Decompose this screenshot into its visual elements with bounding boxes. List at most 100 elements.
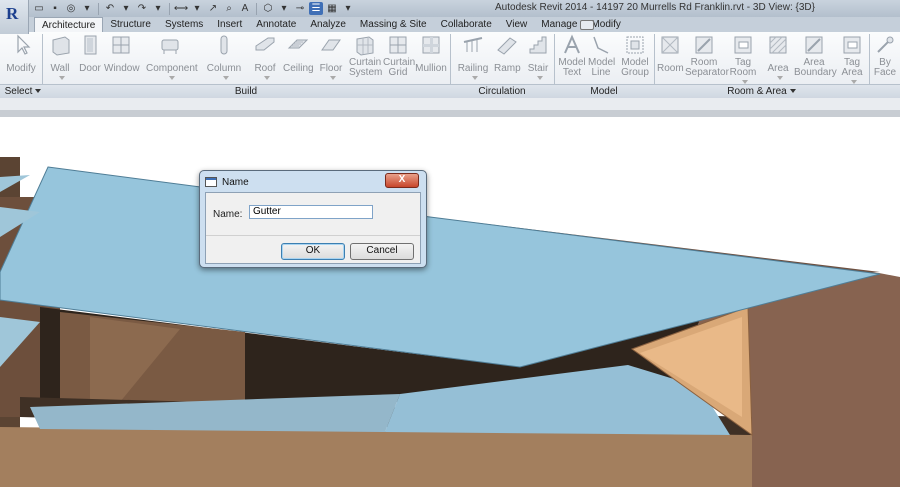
dialog-title-bar: Name xyxy=(205,175,249,189)
room-button[interactable]: Room xyxy=(657,34,684,74)
ramp-button[interactable]: Ramp xyxy=(494,34,521,74)
component-icon xyxy=(159,34,181,56)
redo-icon[interactable]: ↷ xyxy=(135,2,149,15)
separator xyxy=(98,2,99,15)
3d-viewport[interactable] xyxy=(0,117,900,487)
dropdown-arrow-icon xyxy=(536,76,543,81)
floor-icon xyxy=(320,34,342,56)
application-menu-button[interactable]: R xyxy=(0,0,29,34)
tab-manage[interactable]: Manage xyxy=(534,17,584,32)
area-label: Area xyxy=(767,63,789,74)
save-icon[interactable]: ▪ xyxy=(48,2,62,15)
tag-room-button[interactable]: Tag Room xyxy=(728,34,758,88)
ceiling-button[interactable]: Ceiling xyxy=(283,34,314,74)
tab-collaborate[interactable]: Collaborate xyxy=(434,17,499,32)
section-icon[interactable]: ⊸ xyxy=(293,2,307,15)
model-text-label-2: Text xyxy=(562,67,582,78)
default-3d-view-icon[interactable]: ⬡ xyxy=(261,2,275,15)
door-button[interactable]: Door xyxy=(78,34,102,74)
dropdown-icon[interactable]: ▾ xyxy=(80,2,94,15)
wall-button[interactable]: Wall xyxy=(46,34,74,84)
tab-view[interactable]: View xyxy=(499,17,535,32)
name-input[interactable] xyxy=(249,205,373,219)
roof-button[interactable]: Roof xyxy=(252,34,278,84)
column-button[interactable]: Column xyxy=(206,34,242,84)
ribbon-tab-bar: Architecture Structure Systems Insert An… xyxy=(0,17,900,34)
tab-systems[interactable]: Systems xyxy=(158,17,210,32)
stair-icon xyxy=(527,34,549,56)
tab-insert[interactable]: Insert xyxy=(210,17,249,32)
model-line-label-2: Line xyxy=(591,67,611,78)
column-icon xyxy=(213,34,235,56)
ok-button[interactable]: OK xyxy=(281,243,345,260)
tag-area-icon xyxy=(841,34,863,56)
tab-annotate[interactable]: Annotate xyxy=(249,17,303,32)
cursor-icon xyxy=(10,34,32,56)
dialog-title: Name xyxy=(222,176,249,188)
dropdown-icon[interactable]: ▾ xyxy=(151,2,165,15)
sync-icon[interactable]: ◎ xyxy=(64,2,78,15)
window-button[interactable]: Window xyxy=(104,34,140,74)
undo-icon[interactable]: ↶ xyxy=(103,2,117,15)
area-boundary-button[interactable]: Area Boundary xyxy=(794,34,837,78)
room-area-panel-label: Room & Area xyxy=(727,86,787,97)
stair-label: Stair xyxy=(527,63,549,74)
open-icon[interactable]: ▭ xyxy=(32,2,46,15)
text-icon[interactable]: A xyxy=(238,2,252,15)
cancel-button[interactable]: Cancel xyxy=(350,243,414,260)
ramp-icon xyxy=(496,34,518,56)
ceiling-icon xyxy=(287,34,309,56)
window-label: Window xyxy=(104,63,140,74)
model-group-button[interactable]: Model Group xyxy=(618,34,652,78)
by-face-button[interactable]: By Face xyxy=(872,34,898,78)
railing-button[interactable]: Railing xyxy=(456,34,490,84)
modify-label: Modify xyxy=(6,63,36,74)
tag-icon[interactable]: ⌕ xyxy=(222,2,236,15)
tab-massing-site[interactable]: Massing & Site xyxy=(353,17,434,32)
railing-icon xyxy=(462,34,484,56)
floor-button[interactable]: Floor xyxy=(317,34,345,84)
model-line-button[interactable]: Model Line xyxy=(588,34,615,78)
ribbon-minimize-toggle[interactable] xyxy=(580,20,594,30)
area-button[interactable]: Area xyxy=(764,34,792,84)
thin-lines-icon[interactable]: ☰ xyxy=(309,2,323,15)
tab-analyze[interactable]: Analyze xyxy=(303,17,353,32)
view-tab-strip xyxy=(0,110,900,117)
window-icon xyxy=(110,34,132,56)
room-separator-icon xyxy=(693,34,715,56)
modify-button[interactable]: Modify xyxy=(4,34,38,74)
model-group-label-2: Group xyxy=(621,67,649,78)
dropdown-arrow-icon xyxy=(776,76,783,81)
curtain-grid-button[interactable]: Curtain Grid xyxy=(383,34,415,78)
dropdown-icon[interactable]: ▾ xyxy=(190,2,204,15)
dropdown-icon[interactable]: ▾ xyxy=(119,2,133,15)
dropdown-arrow-icon xyxy=(329,76,336,81)
model-text-button[interactable]: Model Text xyxy=(558,34,586,78)
measure-icon[interactable]: ⟷ xyxy=(174,2,188,15)
room-separator-button[interactable]: Room Separator xyxy=(685,34,729,78)
close-button[interactable]: X xyxy=(385,173,419,188)
room-separator-label-2: Separator xyxy=(685,67,729,78)
stair-button[interactable]: Stair xyxy=(524,34,552,84)
room-area-panel-dropdown[interactable]: Room & Area xyxy=(654,86,869,97)
curtain-system-button[interactable]: Curtain System xyxy=(349,34,382,78)
dropdown-icon[interactable]: ▾ xyxy=(277,2,291,15)
close-hidden-windows-icon[interactable]: ▦ xyxy=(325,2,339,15)
tab-structure[interactable]: Structure xyxy=(103,17,158,32)
customize-qat-icon[interactable]: ▾ xyxy=(341,2,355,15)
circulation-panel-label: Circulation xyxy=(478,86,526,97)
component-button[interactable]: Component xyxy=(146,34,198,84)
dropdown-arrow-icon xyxy=(263,76,270,81)
mullion-label: Mullion xyxy=(415,63,447,74)
mullion-button[interactable]: Mullion xyxy=(415,34,447,74)
model-group-icon xyxy=(624,34,646,56)
dialog-body: Name: OK Cancel xyxy=(205,192,421,264)
by-face-label-2: Face xyxy=(873,67,897,78)
revit-logo-icon: R xyxy=(6,4,19,23)
dialog-window-icon xyxy=(205,177,217,187)
options-bar xyxy=(0,98,900,110)
window-title: Autodesk Revit 2014 - 14197 20 Murrells … xyxy=(495,2,815,13)
aligned-dimension-icon[interactable]: ↗ xyxy=(206,2,220,15)
select-panel-dropdown[interactable]: Select xyxy=(4,86,42,97)
tag-area-button[interactable]: Tag Area xyxy=(838,34,866,88)
